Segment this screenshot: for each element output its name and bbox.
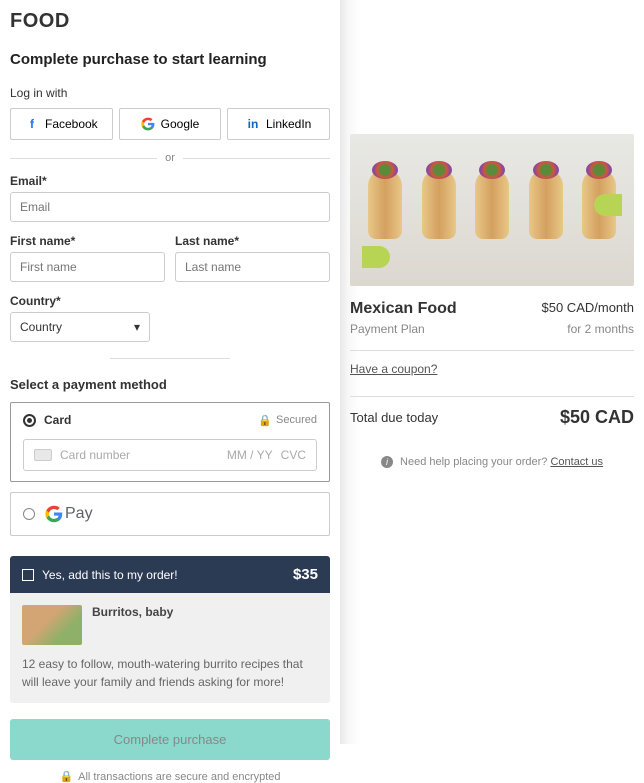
divider xyxy=(350,396,634,397)
card-payment-option[interactable]: Card 🔒 Secured Card number MM / YY CVC xyxy=(10,402,330,482)
or-divider: or xyxy=(10,152,330,164)
google-g-icon xyxy=(45,505,63,523)
card-option-label: Card xyxy=(44,413,71,427)
upsell-title: Burritos, baby xyxy=(92,605,173,645)
duration-label: for 2 months xyxy=(567,322,634,336)
product-image xyxy=(350,134,634,286)
google-icon xyxy=(141,117,155,131)
upsell-offer: Yes, add this to my order! $35 Burritos,… xyxy=(10,556,330,703)
facebook-icon: f xyxy=(25,117,39,131)
facebook-login-button[interactable]: f Facebook xyxy=(10,108,113,140)
lock-icon: 🔒 xyxy=(59,770,73,783)
card-number-placeholder: Card number xyxy=(60,448,130,462)
total-amount: $50 CAD xyxy=(560,407,634,428)
upsell-add-label: Yes, add this to my order! xyxy=(42,568,178,582)
upsell-description: 12 easy to follow, mouth-watering burrit… xyxy=(22,655,318,691)
upsell-price: $35 xyxy=(293,566,318,583)
last-name-label: Last name* xyxy=(175,234,330,248)
gpay-label: Pay xyxy=(45,505,93,523)
upsell-header[interactable]: Yes, add this to my order! $35 xyxy=(10,556,330,593)
product-price: $50 CAD/month xyxy=(542,300,635,315)
gpay-text: Pay xyxy=(65,505,93,523)
secured-label: Secured xyxy=(276,414,317,426)
contact-us-link[interactable]: Contact us xyxy=(550,456,603,468)
payment-plan-label: Payment Plan xyxy=(350,322,425,336)
or-text: or xyxy=(157,152,183,164)
chevron-down-icon: ▾ xyxy=(134,320,140,334)
google-label: Google xyxy=(161,117,200,131)
expiry-placeholder: MM / YY xyxy=(227,448,273,462)
card-radio-icon xyxy=(23,414,36,427)
total-due-label: Total due today xyxy=(350,410,438,425)
cvc-placeholder: CVC xyxy=(281,448,306,462)
secured-badge: 🔒 Secured xyxy=(258,414,317,427)
country-placeholder: Country xyxy=(20,320,62,334)
secure-note-text: All transactions are secure and encrypte… xyxy=(78,771,280,783)
gpay-radio-icon xyxy=(23,508,35,520)
email-field[interactable] xyxy=(10,192,330,222)
country-select[interactable]: Country ▾ xyxy=(10,312,150,342)
checkout-form-column: FOOD Complete purchase to start learning… xyxy=(0,0,340,744)
upsell-thumbnail xyxy=(22,605,82,645)
secure-transaction-note: 🔒 All transactions are secure and encryp… xyxy=(10,770,330,783)
credit-card-icon xyxy=(34,449,52,461)
card-number-input[interactable]: Card number MM / YY CVC xyxy=(23,439,317,471)
order-summary-column: Mexican Food $50 CAD/month Payment Plan … xyxy=(340,0,644,744)
social-login-row: f Facebook Google in LinkedIn xyxy=(10,108,330,140)
facebook-label: Facebook xyxy=(45,117,98,131)
gpay-payment-option[interactable]: Pay xyxy=(10,492,330,536)
lock-icon: 🔒 xyxy=(258,414,272,427)
page-title: Complete purchase to start learning xyxy=(10,51,330,68)
coupon-link[interactable]: Have a coupon? xyxy=(350,362,437,376)
help-row: i Need help placing your order? Contact … xyxy=(350,456,634,468)
product-name: Mexican Food xyxy=(350,300,457,318)
first-name-label: First name* xyxy=(10,234,165,248)
linkedin-login-button[interactable]: in LinkedIn xyxy=(227,108,330,140)
country-label: Country* xyxy=(10,294,330,308)
upsell-checkbox[interactable] xyxy=(22,569,34,581)
email-label: Email* xyxy=(10,174,330,188)
divider xyxy=(110,358,230,359)
linkedin-icon: in xyxy=(246,117,260,131)
google-login-button[interactable]: Google xyxy=(119,108,222,140)
info-icon: i xyxy=(381,456,393,468)
divider xyxy=(350,350,634,351)
help-text: Need help placing your order? xyxy=(400,456,547,468)
logo: FOOD xyxy=(10,10,330,33)
login-with-label: Log in with xyxy=(10,86,330,100)
last-name-field[interactable] xyxy=(175,252,330,282)
linkedin-label: LinkedIn xyxy=(266,117,311,131)
payment-method-title: Select a payment method xyxy=(10,377,330,392)
complete-purchase-button[interactable]: Complete purchase xyxy=(10,719,330,760)
first-name-field[interactable] xyxy=(10,252,165,282)
